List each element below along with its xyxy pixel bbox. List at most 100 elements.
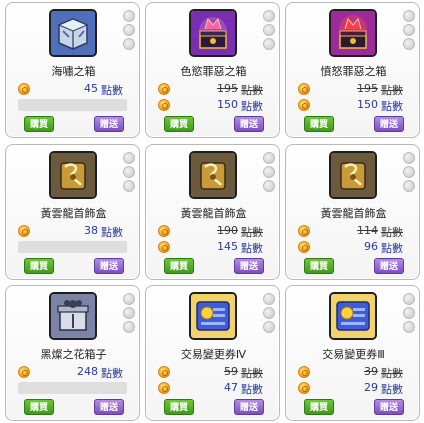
- decor-dots: [403, 293, 415, 335]
- price-unit: 點數: [381, 226, 403, 239]
- sale-price-row: 96 點數: [298, 240, 407, 255]
- original-price-value: 39: [364, 365, 378, 378]
- gift-button[interactable]: 贈送: [94, 116, 124, 132]
- gift-button[interactable]: 贈送: [234, 116, 264, 132]
- sale-price-row: 47 點數: [158, 381, 267, 396]
- item-card: 交易變更券Ⅳ 59 點數 47 點數 購買 贈送: [145, 285, 280, 421]
- price-value: 45: [84, 82, 98, 95]
- magenta-sin-box-icon[interactable]: [329, 9, 377, 57]
- trade-ticket-icon[interactable]: [329, 292, 377, 340]
- purple-sin-box-icon[interactable]: [189, 9, 237, 57]
- price-value: 145: [217, 240, 238, 253]
- empty-bar: [18, 99, 127, 111]
- original-price-row: 190 點數: [158, 224, 267, 239]
- price-unit: 點數: [381, 100, 403, 113]
- item-name: 交易變更券Ⅳ: [180, 348, 247, 361]
- price-value: 38: [84, 224, 98, 237]
- decor-dots: [123, 152, 135, 194]
- price-unit: 點數: [101, 226, 123, 239]
- decor-dots: [263, 293, 275, 335]
- original-price-value: 190: [217, 224, 238, 237]
- item-name: 黑燦之花箱子: [40, 348, 107, 361]
- original-price-value: 195: [217, 82, 238, 95]
- original-price-value: 59: [224, 365, 238, 378]
- original-price-row: 114 點數: [298, 224, 407, 239]
- price-unit: 點數: [381, 242, 403, 255]
- original-price-row: 59 點數: [158, 365, 267, 380]
- gift-button[interactable]: 贈送: [374, 116, 404, 132]
- price-value: 150: [217, 98, 238, 111]
- price-unit: 點數: [241, 226, 263, 239]
- price-unit: 點數: [101, 84, 123, 97]
- sale-price-row: 150 點數: [298, 98, 407, 113]
- original-price-value: 195: [357, 82, 378, 95]
- price-unit: 點數: [381, 383, 403, 396]
- black-flower-box-icon[interactable]: [49, 292, 97, 340]
- buy-button[interactable]: 購買: [304, 116, 334, 132]
- price-value: 150: [357, 98, 378, 111]
- buy-button[interactable]: 購買: [24, 399, 54, 415]
- item-card: 憤怒罪惡之箱 195 點數 150 點數 購買 贈送: [285, 2, 420, 138]
- original-price-row: 39 點數: [298, 365, 407, 380]
- gift-button[interactable]: 贈送: [234, 399, 264, 415]
- buy-button[interactable]: 購買: [164, 399, 194, 415]
- price-row: 45 點數: [18, 82, 127, 97]
- silver-blue-box-icon[interactable]: [49, 9, 97, 57]
- buy-button[interactable]: 購買: [164, 258, 194, 274]
- original-price-row: 195 點數: [298, 82, 407, 97]
- item-card: 海嘯之箱 45 點數 購買 贈送: [5, 2, 140, 138]
- item-grid: 海嘯之箱 45 點數 購買 贈送 色慾罪惡之箱 195 點數 150 點數 購買…: [0, 0, 424, 423]
- price-unit: 點數: [381, 367, 403, 380]
- decor-dots: [403, 152, 415, 194]
- buy-button[interactable]: 購買: [304, 399, 334, 415]
- item-card: 交易變更券Ⅲ 39 點數 29 點數 購買 贈送: [285, 285, 420, 421]
- decor-dots: [263, 10, 275, 52]
- golden-dragon-jewelry-box-icon[interactable]: [49, 151, 97, 199]
- empty-bar: [18, 382, 127, 394]
- item-name: 交易變更券Ⅲ: [322, 348, 385, 361]
- price-unit: 點數: [241, 100, 263, 113]
- empty-bar: [18, 241, 127, 253]
- item-name: 憤怒罪惡之箱: [320, 65, 387, 78]
- price-value: 248: [77, 365, 98, 378]
- golden-dragon-jewelry-box-icon[interactable]: [189, 151, 237, 199]
- trade-ticket-icon[interactable]: [189, 292, 237, 340]
- price-unit: 點數: [241, 367, 263, 380]
- price-value: 96: [364, 240, 378, 253]
- golden-dragon-jewelry-box-icon[interactable]: [329, 151, 377, 199]
- sale-price-row: 145 點數: [158, 240, 267, 255]
- decor-dots: [123, 10, 135, 52]
- sale-price-row: 29 點數: [298, 381, 407, 396]
- item-card: 黃雲龍首飾盒 38 點數 購買 贈送: [5, 144, 140, 280]
- item-name: 黃雲龍首飾盒: [180, 207, 247, 220]
- decor-dots: [263, 152, 275, 194]
- buy-button[interactable]: 購買: [24, 258, 54, 274]
- price-unit: 點數: [381, 84, 403, 97]
- gift-button[interactable]: 贈送: [94, 399, 124, 415]
- original-price-row: 195 點數: [158, 82, 267, 97]
- item-name: 色慾罪惡之箱: [180, 65, 247, 78]
- gift-button[interactable]: 贈送: [94, 258, 124, 274]
- price-value: 29: [364, 381, 378, 394]
- item-name: 海嘯之箱: [51, 65, 96, 78]
- item-card: 黑燦之花箱子 248 點數 購買 贈送: [5, 285, 140, 421]
- item-card: 黃雲龍首飾盒 114 點數 96 點數 購買 贈送: [285, 144, 420, 280]
- price-row: 248 點數: [18, 365, 127, 380]
- gift-button[interactable]: 贈送: [374, 399, 404, 415]
- gift-button[interactable]: 贈送: [374, 258, 404, 274]
- buy-button[interactable]: 購買: [164, 116, 194, 132]
- price-unit: 點數: [101, 367, 123, 380]
- decor-dots: [403, 10, 415, 52]
- price-value: 47: [224, 381, 238, 394]
- buy-button[interactable]: 購買: [304, 258, 334, 274]
- gift-button[interactable]: 贈送: [234, 258, 264, 274]
- original-price-value: 114: [357, 224, 378, 237]
- item-card: 黃雲龍首飾盒 190 點數 145 點數 購買 贈送: [145, 144, 280, 280]
- buy-button[interactable]: 購買: [24, 116, 54, 132]
- decor-dots: [123, 293, 135, 335]
- item-card: 色慾罪惡之箱 195 點數 150 點數 購買 贈送: [145, 2, 280, 138]
- price-unit: 點數: [241, 84, 263, 97]
- price-row: 38 點數: [18, 224, 127, 239]
- price-unit: 點數: [241, 383, 263, 396]
- sale-price-row: 150 點數: [158, 98, 267, 113]
